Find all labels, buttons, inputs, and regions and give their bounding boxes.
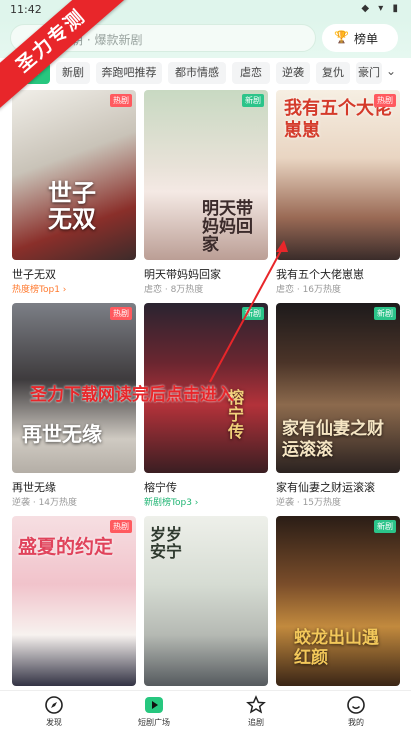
tab-drama-square[interactable]: 短剧广场 <box>124 695 184 728</box>
bottom-tab-bar: 发现 短剧广场 追剧 我的 <box>0 690 411 732</box>
star-icon <box>246 695 266 714</box>
card-title: 家有仙妻之财运滚滚 <box>276 481 375 494</box>
rank-button-label: 榜单 <box>354 32 379 46</box>
badge: 热剧 <box>110 94 132 107</box>
poster-text: 明天带妈妈回家 <box>202 199 253 255</box>
card-title: 世子无双 <box>12 268 56 281</box>
category-tab[interactable]: 复仇 <box>316 62 350 84</box>
poster-text: 盛夏的约定 <box>18 536 114 558</box>
play-icon <box>145 697 163 713</box>
compass-icon <box>45 696 63 714</box>
poster-image: 蛟龙出山遇红颜 新剧 <box>276 516 400 686</box>
chevron-down-icon[interactable]: ⌄ <box>386 64 396 78</box>
category-tab[interactable]: 豪门 <box>356 62 382 84</box>
smile-icon <box>347 696 365 714</box>
trophy-icon: 🏆 <box>334 30 349 44</box>
poster-image: 我有五个大佬崽崽 热剧 <box>276 90 400 260</box>
poster-text: 蛟龙出山遇红颜 <box>294 628 379 668</box>
category-tab[interactable]: 都市情感 <box>168 62 226 84</box>
status-icons: ◆ ▾ ▮ <box>361 3 401 14</box>
poster-image: 盛夏的约定 热剧 <box>12 516 136 686</box>
category-bar: 推荐 新剧 奔跑吧推荐 都市情感 虐恋 逆袭 复仇 豪门 ⌄ <box>0 58 411 88</box>
badge: 新剧 <box>242 94 264 107</box>
badge: 新剧 <box>242 307 264 320</box>
card-meta: 逆袭 · 15万热度 <box>276 498 342 508</box>
poster-text: 家有仙妻之财运滚滚 <box>282 419 384 460</box>
tab-follow[interactable]: 追剧 <box>226 695 286 728</box>
poster-image: 世子无双 热剧 <box>12 90 136 260</box>
watermark-overlay-text: 圣力下载网读完后点击进入 <box>30 385 234 405</box>
badge: 热剧 <box>374 94 396 107</box>
badge: 热剧 <box>110 307 132 320</box>
poster-image: 岁岁安宁 <box>144 516 268 686</box>
poster-text: 世子无双 <box>48 179 96 233</box>
category-tab[interactable]: 虐恋 <box>232 62 270 84</box>
card-meta: 新剧榜Top3 › <box>144 498 199 508</box>
card-title: 我有五个大佬崽崽 <box>276 268 364 281</box>
poster-image: 明天带妈妈回家 新剧 <box>144 90 268 260</box>
poster-text: 岁岁安宁 <box>150 525 183 561</box>
badge: 热剧 <box>110 520 132 533</box>
tab-me[interactable]: 我的 <box>326 695 386 728</box>
card-title: 榕宁传 <box>144 481 177 494</box>
rank-button[interactable]: 🏆 榜单 <box>322 24 398 52</box>
status-time: 11:42 <box>10 3 42 16</box>
card-title: 明天带妈妈回家 <box>144 268 221 281</box>
category-tab[interactable]: 奔跑吧推荐 <box>96 62 162 84</box>
badge: 新剧 <box>374 520 396 533</box>
category-tab[interactable]: 逆袭 <box>276 62 310 84</box>
category-tab[interactable]: 新剧 <box>56 62 90 84</box>
tab-discover[interactable]: 发现 <box>24 695 84 728</box>
card-title: 再世无缘 <box>12 481 56 494</box>
tab-label: 我的 <box>348 718 364 727</box>
card-meta: 虐恋 · 8万热度 <box>144 285 204 295</box>
poster-image: 家有仙妻之财运滚滚 新剧 <box>276 303 400 473</box>
card-meta: 逆袭 · 14万热度 <box>12 498 78 508</box>
card-meta: 虐恋 · 16万热度 <box>276 285 342 295</box>
poster-text: 再世无缘 <box>22 422 102 446</box>
tab-label: 追剧 <box>248 718 264 727</box>
tab-label: 发现 <box>46 718 62 727</box>
badge: 新剧 <box>374 307 396 320</box>
card-meta: 热度榜Top1 › <box>12 285 67 295</box>
tab-label: 短剧广场 <box>138 718 170 727</box>
